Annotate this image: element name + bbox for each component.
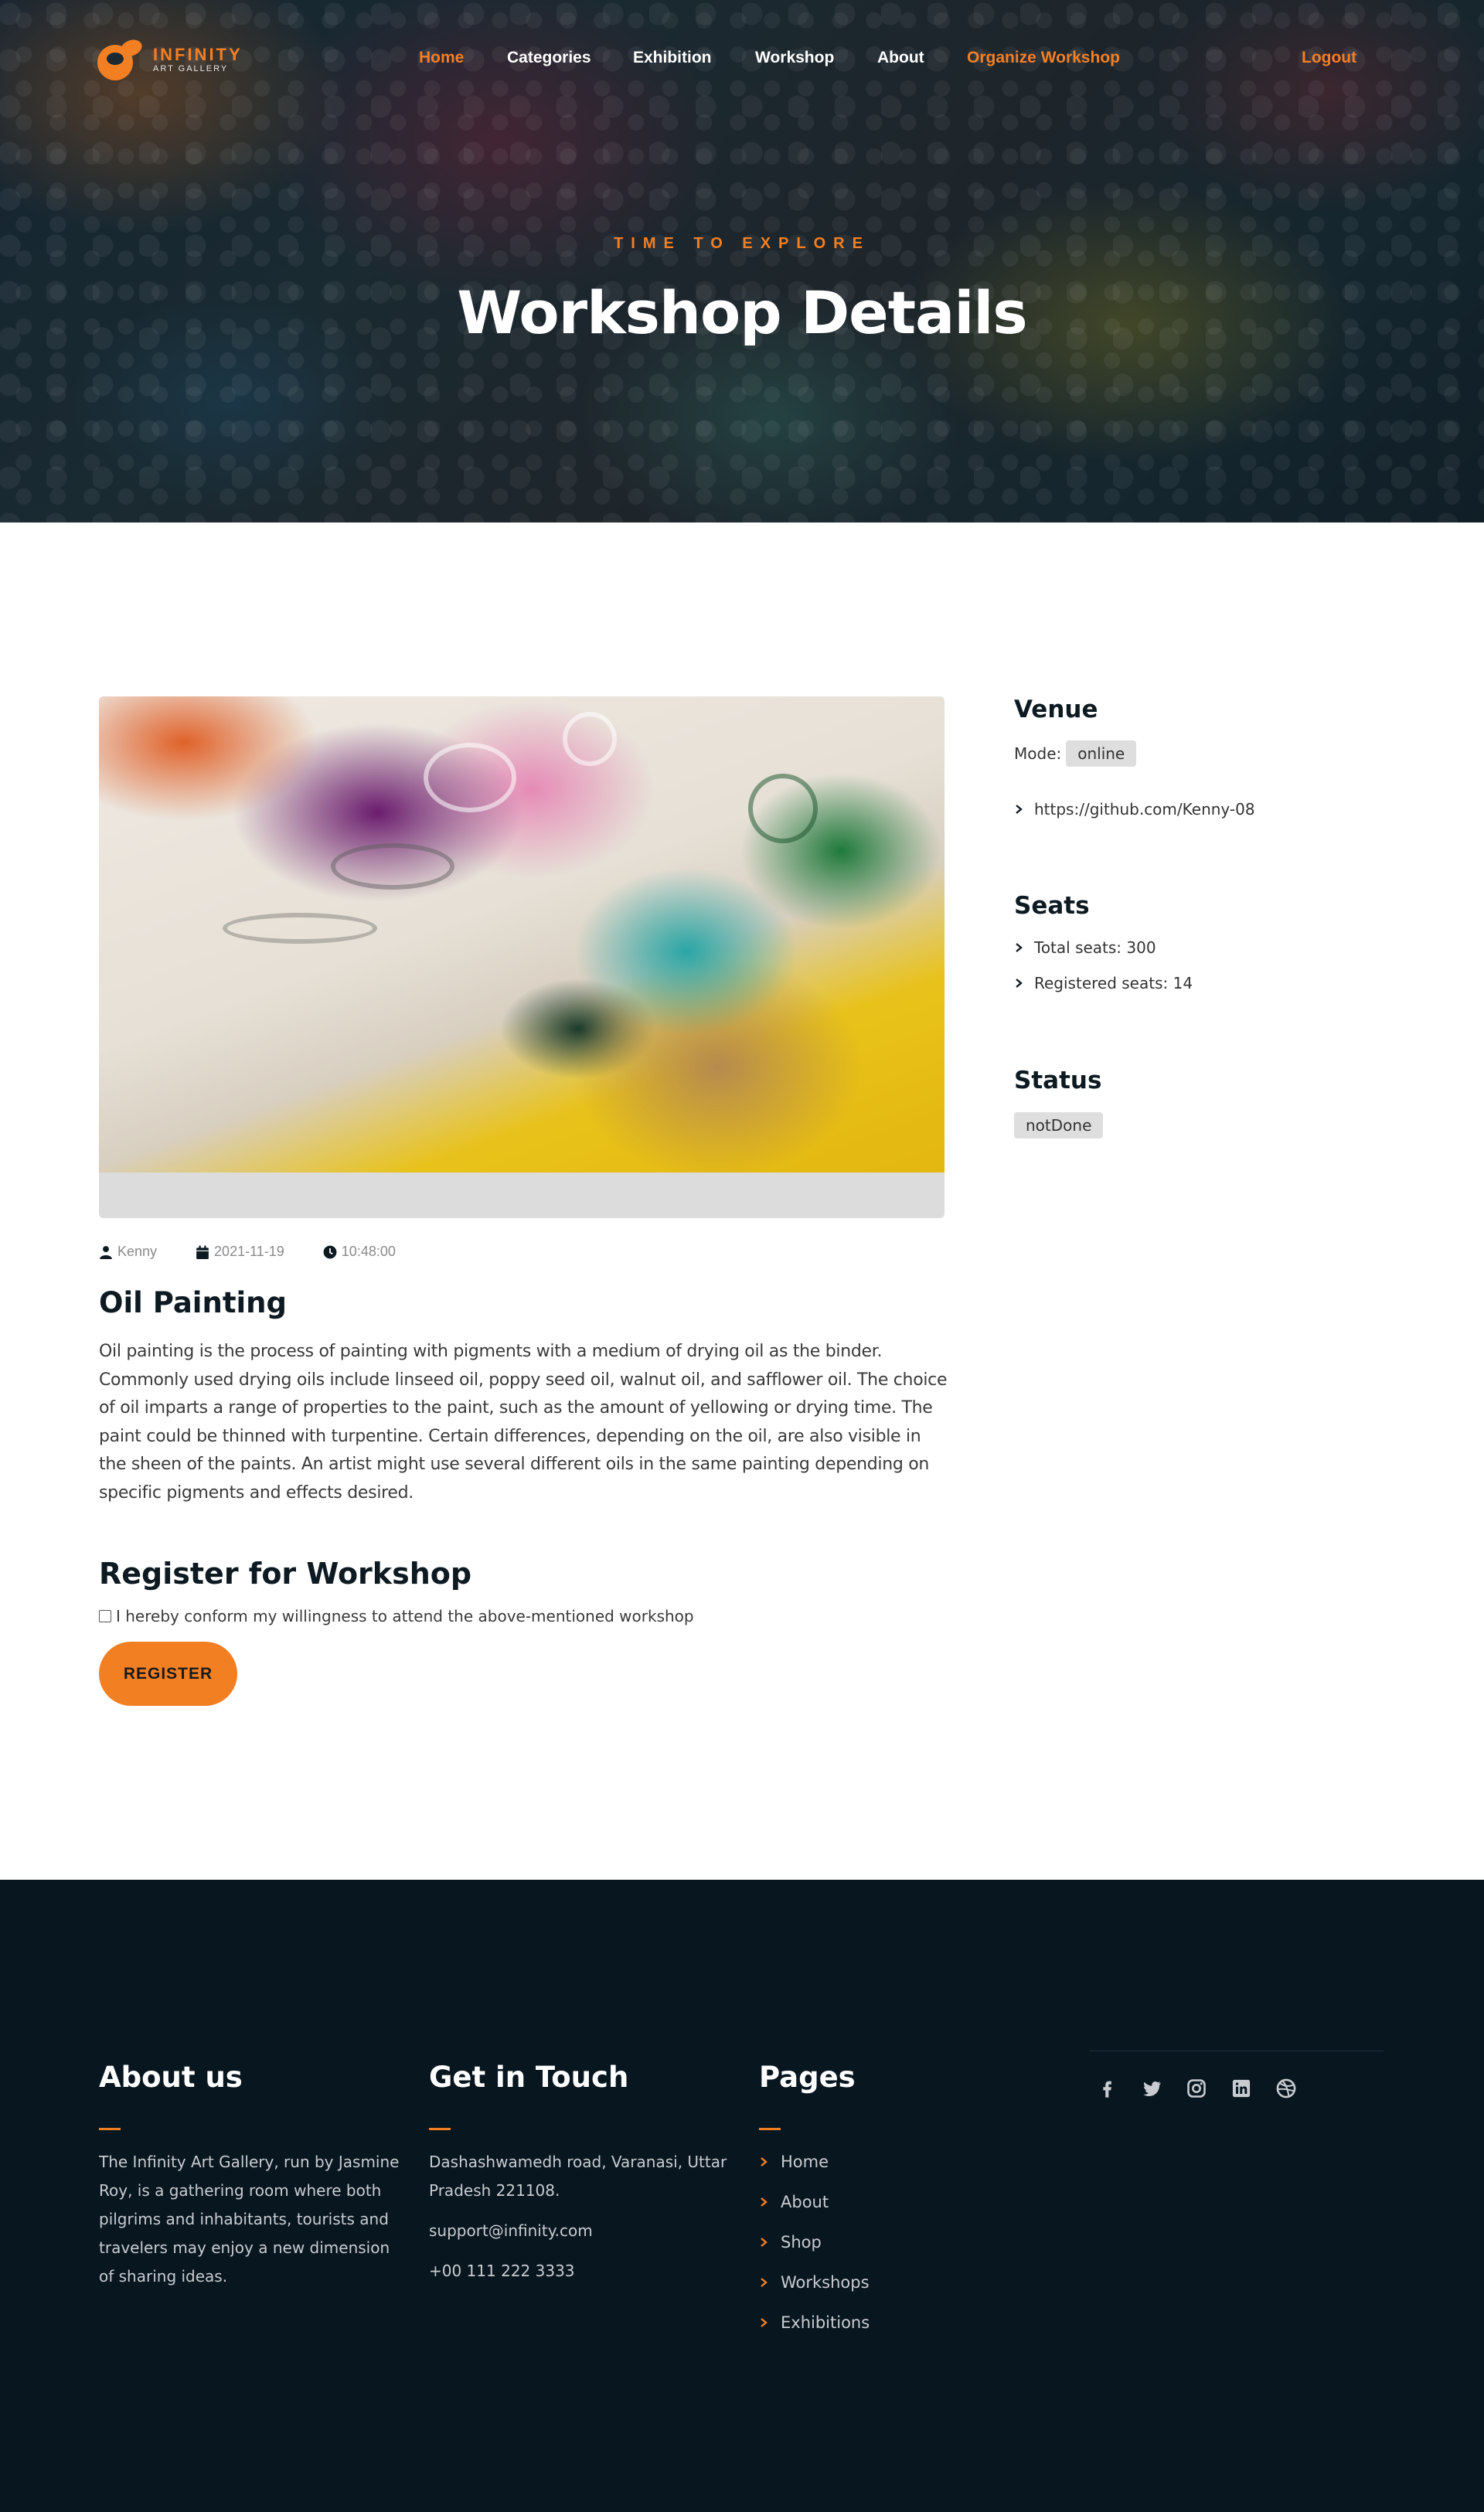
user-icon — [100, 1245, 112, 1259]
nav-workshop[interactable]: Workshop — [755, 49, 834, 67]
workshop-image — [99, 696, 945, 1173]
footer-address: Dashashwamedh road, Varanasi, Uttar Prad… — [429, 2153, 727, 2200]
consent-checkbox-row[interactable]: I hereby conform my willingness to atten… — [99, 1607, 694, 1625]
twitter-icon[interactable] — [1141, 2078, 1162, 2099]
footer-about-text: The Infinity Art Gallery, run by Jasmine… — [99, 2153, 400, 2286]
workshop-title: Oil Painting — [99, 1286, 288, 1319]
footer-email[interactable]: support@infinity.com — [429, 2217, 593, 2245]
footer-link-home[interactable]: Home — [759, 2153, 829, 2171]
footer-about-heading: About us — [99, 2061, 243, 2094]
instagram-icon[interactable] — [1186, 2078, 1207, 2099]
meta-date: 2021-11-19 — [196, 1244, 284, 1260]
nav-exhibition[interactable]: Exhibition — [633, 49, 712, 67]
social-links — [1096, 2078, 1297, 2099]
seats-heading: Seats — [1014, 892, 1090, 920]
workshop-image-frame — [99, 696, 945, 1218]
linkedin-icon[interactable] — [1230, 2078, 1252, 2099]
footer-contact-heading: Get in Touch — [429, 2061, 629, 2094]
footer-pages-divider — [759, 2128, 781, 2130]
venue-mode-label: Mode: — [1014, 744, 1062, 763]
venue-link-row[interactable]: https://github.com/Kenny-08 — [1014, 800, 1255, 819]
venue-mode: Mode: online — [1014, 740, 1137, 767]
main-nav: Home Categories Exhibition Workshop Abou… — [0, 49, 1484, 72]
status-row: notDone — [1014, 1112, 1104, 1139]
seats-registered: Registered seats: 14 — [1034, 974, 1193, 992]
meta-time: 10:48:00 — [323, 1244, 396, 1260]
footer-pages-heading: Pages — [759, 2061, 856, 2094]
chevron-right-icon — [761, 2278, 768, 2287]
meta-date-text: 2021-11-19 — [214, 1244, 284, 1259]
footer-link-about[interactable]: About — [759, 2193, 829, 2211]
hero-subtitle: TIME TO EXPLORE — [614, 235, 870, 252]
nav-about[interactable]: About — [877, 49, 924, 67]
consent-label: I hereby conform my willingness to atten… — [116, 1607, 694, 1625]
nav-logout[interactable]: Logout — [1302, 49, 1356, 67]
seats-total-row: Total seats: 300 — [1014, 938, 1156, 957]
register-button[interactable]: REGISTER — [99, 1642, 237, 1706]
chevron-right-icon — [761, 2157, 768, 2167]
footer-link-label[interactable]: Exhibitions — [781, 2313, 870, 2332]
venue-mode-badge: online — [1066, 740, 1137, 767]
footer-link-exhibitions[interactable]: Exhibitions — [759, 2313, 870, 2332]
footer-link-label[interactable]: Workshops — [781, 2273, 870, 2292]
post-meta: Kenny 2021-11-19 10:48:00 — [99, 1244, 434, 1260]
chevron-right-icon — [1016, 979, 1023, 988]
nav-home[interactable]: Home — [419, 49, 464, 67]
register-heading: Register for Workshop — [99, 1557, 472, 1591]
chevron-right-icon — [1016, 943, 1023, 952]
footer-about-divider — [99, 2128, 121, 2130]
workshop-description: Oil painting is the process of painting … — [99, 1342, 948, 1503]
clock-icon — [323, 1245, 337, 1258]
chevron-right-icon — [761, 2318, 768, 2327]
nav-categories[interactable]: Categories — [507, 49, 591, 67]
hero-banner: INFINITY ART GALLERY Home Categories Exh… — [0, 0, 1484, 522]
footer-link-workshops[interactable]: Workshops — [759, 2273, 870, 2292]
calendar-icon — [196, 1245, 209, 1259]
footer-link-shop[interactable]: Shop — [759, 2233, 822, 2252]
chevron-right-icon — [1016, 805, 1023, 814]
footer-contact-divider — [429, 2128, 451, 2130]
dribbble-icon[interactable] — [1275, 2078, 1297, 2099]
page-title: Workshop Details — [457, 278, 1027, 347]
chevron-right-icon — [761, 2197, 768, 2207]
status-badge: notDone — [1014, 1112, 1104, 1139]
seats-total: Total seats: 300 — [1034, 938, 1156, 957]
footer-link-label[interactable]: Home — [781, 2153, 829, 2171]
footer-link-label[interactable]: Shop — [781, 2233, 822, 2252]
meta-time-text: 10:48:00 — [341, 1244, 396, 1259]
nav-organize-workshop[interactable]: Organize Workshop — [967, 49, 1120, 67]
footer-link-label[interactable]: About — [781, 2193, 829, 2211]
seats-registered-row: Registered seats: 14 — [1014, 974, 1193, 992]
venue-link[interactable]: https://github.com/Kenny-08 — [1034, 800, 1255, 819]
consent-checkbox[interactable] — [99, 1610, 111, 1622]
meta-author: Kenny — [99, 1244, 157, 1260]
status-heading: Status — [1014, 1067, 1102, 1094]
footer-phone[interactable]: +00 111 222 3333 — [429, 2257, 575, 2286]
chevron-right-icon — [761, 2238, 768, 2247]
meta-author-text: Kenny — [117, 1244, 158, 1259]
venue-heading: Venue — [1014, 696, 1098, 723]
facebook-icon[interactable] — [1096, 2078, 1118, 2099]
